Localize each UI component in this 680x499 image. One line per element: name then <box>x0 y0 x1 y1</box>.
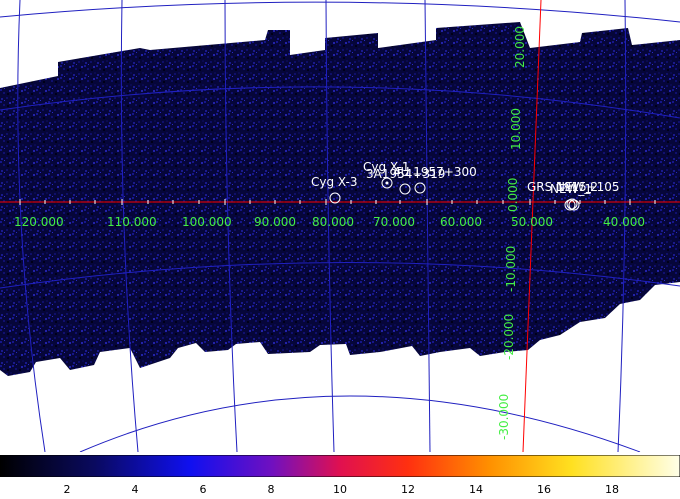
lon-label: 90.000 <box>254 215 296 229</box>
lon-label: 80.000 <box>312 215 354 229</box>
lon-label: 50.000 <box>511 215 553 229</box>
lat-label: 20.000 <box>513 26 527 68</box>
colorbar-tick: 8 <box>267 483 275 496</box>
colorbar-tick: 14 <box>469 483 483 496</box>
source-label-new2: NEW_2 <box>556 180 598 194</box>
lat-label: -30.000 <box>497 394 511 440</box>
colorbar-tick: 6 <box>199 483 207 496</box>
sky-map: 120.000 110.000 100.000 90.000 80.000 70… <box>0 0 680 452</box>
lon-label: 110.000 <box>107 215 157 229</box>
colorbar-tick: 16 <box>537 483 551 496</box>
source-dot-cyg-x1 <box>385 181 389 185</box>
source-label-4u1957: 4U 1957+300 <box>393 165 477 179</box>
lat-label: -20.000 <box>502 314 516 360</box>
lat-label: 10.000 <box>509 108 523 150</box>
lat-label: 0.000 <box>506 178 520 212</box>
lon-label: 70.000 <box>373 215 415 229</box>
colorbar-tick: 10 <box>333 483 347 496</box>
colorbar-tick: 2 <box>63 483 71 496</box>
lon-label: 60.000 <box>440 215 482 229</box>
longitude-labels: 120.000 110.000 100.000 90.000 80.000 70… <box>14 215 645 229</box>
lon-label: 100.000 <box>182 215 232 229</box>
lat-label: -10.000 <box>504 246 518 292</box>
colorbar-tick: 18 <box>605 483 619 496</box>
colorbar-tick: 12 <box>401 483 415 496</box>
lon-label: 120.000 <box>14 215 64 229</box>
colorbar-tick: 4 <box>131 483 139 496</box>
lon-label: 40.000 <box>603 215 645 229</box>
colorbar-gradient <box>0 455 680 477</box>
source-label-cyg-x3: Cyg X-3 <box>311 175 358 189</box>
colorbar: 2 4 6 8 10 12 14 16 18 <box>0 452 680 499</box>
